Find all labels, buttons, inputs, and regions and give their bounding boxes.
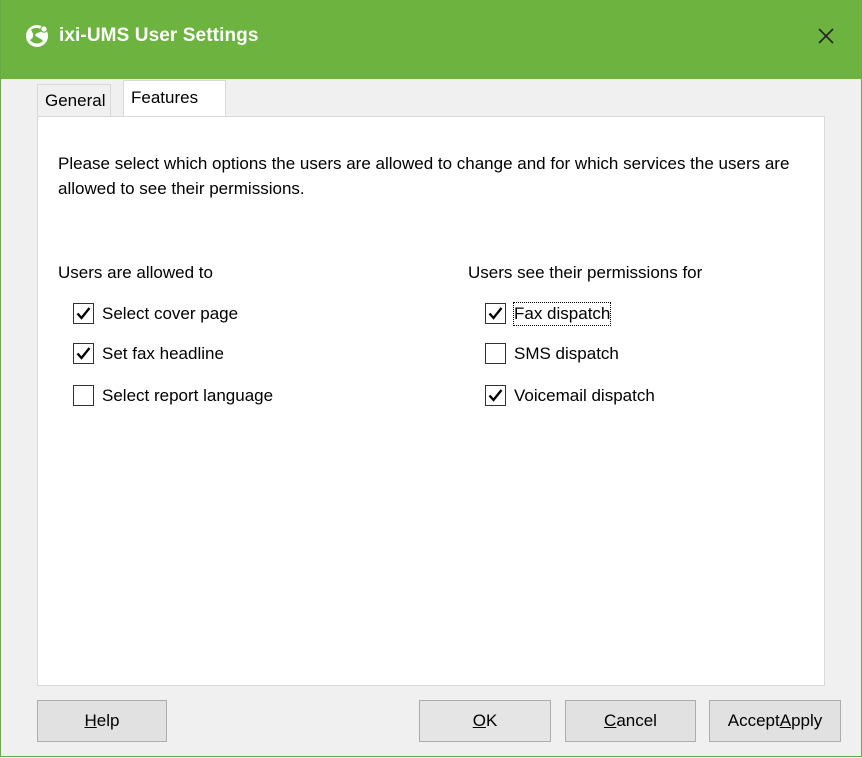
cancel-button-suffix: ancel (616, 711, 657, 730)
checkbox-box[interactable] (485, 343, 506, 364)
checkmark-icon (76, 307, 91, 320)
users-see-permissions-group-label: Users see their permissions for (468, 263, 703, 282)
checkbox-label: Select report language (102, 386, 274, 405)
checkmark-icon (76, 347, 91, 360)
apply-button-prefix: Accept (727, 711, 780, 730)
ok-button[interactable]: OK (419, 700, 551, 742)
tab-features[interactable]: Features (123, 80, 226, 116)
ixi-ums-logo-icon (26, 25, 48, 47)
help-button-suffix: elp (96, 711, 120, 730)
users-allowed-group-label: Users are allowed to (58, 263, 213, 282)
settings-dialog: ixi-UMS User Settings General Features P… (0, 0, 862, 757)
tab-general[interactable]: General (37, 84, 111, 116)
tab-features-label: Features (131, 88, 199, 107)
checkbox-box[interactable] (73, 303, 94, 324)
apply-button-mnemonic: A (779, 711, 792, 730)
cancel-button-mnemonic: C (604, 711, 617, 730)
checkbox-label: Select cover page (102, 304, 239, 323)
apply-button[interactable]: AcceptApply (709, 700, 841, 742)
panel-description: Please select which options the users ar… (58, 154, 790, 198)
checkbox-label: Set fax headline (102, 344, 224, 363)
apply-button-suffix: pply (791, 711, 823, 730)
title-bar[interactable]: ixi-UMS User Settings (1, 0, 861, 79)
checkbox-box[interactable] (485, 385, 506, 406)
checkmark-icon (488, 307, 503, 320)
cancel-button[interactable]: Cancel (565, 700, 696, 742)
checkbox-label: Voicemail dispatch (514, 386, 655, 405)
checkbox-box[interactable] (485, 303, 506, 324)
tab-general-label: General (45, 91, 106, 110)
close-icon[interactable] (813, 23, 839, 49)
checkmark-icon (488, 389, 503, 402)
checkbox-label: Fax dispatch (512, 302, 612, 326)
help-button[interactable]: Help (37, 700, 167, 742)
features-panel: Please select which options the users ar… (37, 116, 825, 686)
checkbox-box[interactable] (73, 385, 94, 406)
help-button-mnemonic: H (84, 711, 97, 730)
ok-button-suffix: K (485, 711, 498, 730)
checkbox-label: SMS dispatch (514, 344, 619, 363)
checkbox-box[interactable] (73, 343, 94, 364)
window-title: ixi-UMS User Settings (59, 25, 259, 46)
ok-button-mnemonic: O (472, 711, 486, 730)
